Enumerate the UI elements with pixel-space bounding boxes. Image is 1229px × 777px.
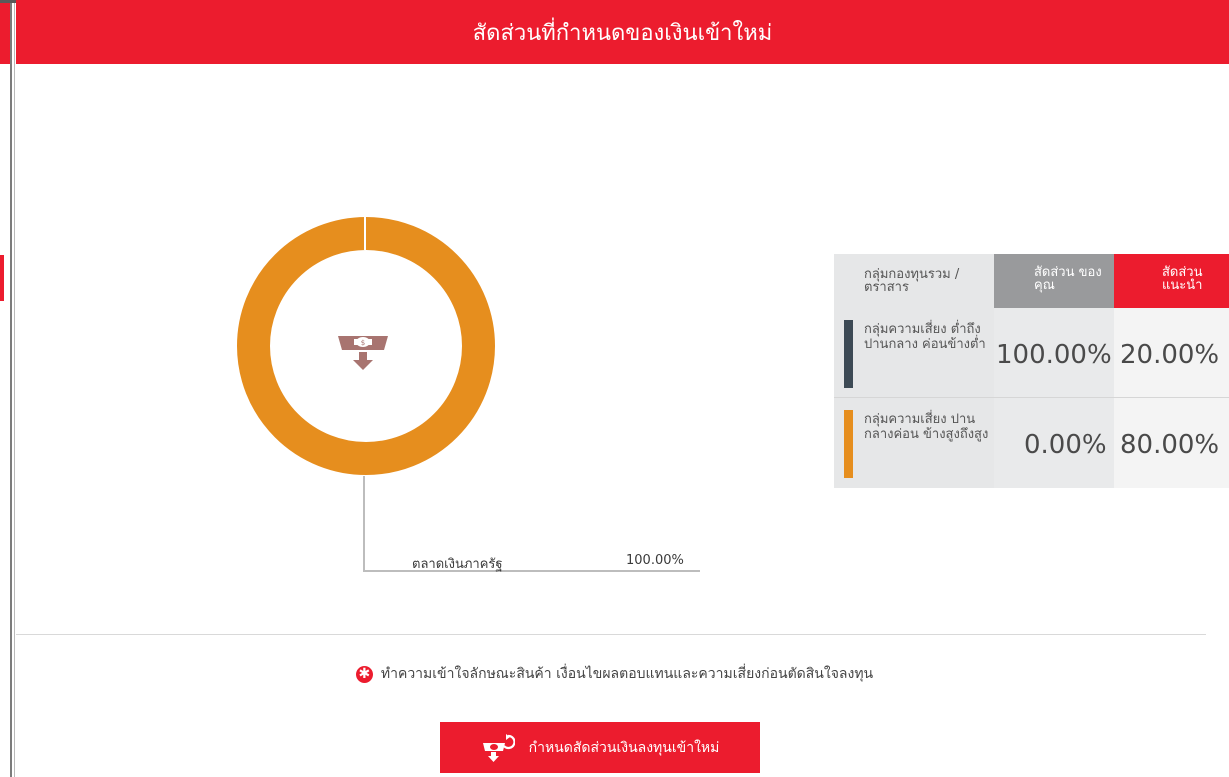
row-color-bar [844,410,853,478]
table-row: กลุ่มความเสี่ยง ปานกลางค่อน ข้างสูงถึงสู… [834,398,1229,488]
set-new-allocation-button[interactable]: กำหนดสัดส่วนเงินลงทุนเข้าใหม่ [440,722,760,773]
section-divider [16,634,1206,635]
asterisk-icon: ✱ [355,665,373,683]
header-yours: สัดส่วน ของคุณ [994,254,1114,308]
frame-border-inner [14,0,15,777]
page-title: สัดส่วนที่กำหนดของเงินเข้าใหม่ [472,20,773,46]
money-refresh-icon [482,733,515,762]
legend-leader-vertical [363,476,365,571]
row-color-bar [844,320,853,388]
page-header: สัดส่วนที่กำหนดของเงินเข้าใหม่ [16,0,1229,64]
legend-value: 100.00% [626,553,684,568]
header-group: กลุ่มกองทุนรวม / ตราสาร [834,254,994,308]
allocation-table: กลุ่มกองทุนรวม / ตราสาร สัดส่วน ของคุณ ส… [834,254,1229,488]
frame-border [10,0,12,777]
header-recommended: สัดส่วน แนะนำ [1114,254,1229,308]
row-group-label: กลุ่มความเสี่ยง ต่ำถึงปานกลาง ค่อนข้างต่… [864,322,986,352]
row-recommended-value: 20.00% [1120,340,1220,370]
disclaimer-text: ทำความเข้าใจลักษณะสินค้า เงื่อนไขผลตอบแท… [380,666,874,682]
disclaimer: ✱ ทำความเข้าใจลักษณะสินค้า เงื่อนไขผลตอบ… [0,663,1229,685]
table-row: กลุ่มความเสี่ยง ต่ำถึงปานกลาง ค่อนข้างต่… [834,308,1229,398]
legend-label: ตลาดเงินภาครัฐ [412,557,503,572]
row-recommended-value: 80.00% [1120,430,1220,460]
set-new-allocation-label: กำหนดสัดส่วนเงินลงทุนเข้าใหม่ [528,739,720,756]
svg-text:$: $ [361,339,365,347]
row-group-label: กลุ่มความเสี่ยง ปานกลางค่อน ข้างสูงถึงสู… [864,412,989,442]
left-edge-tab[interactable] [0,255,4,301]
row-yours-value: 100.00% [996,340,1112,370]
money-drawer-icon: $ [338,336,388,370]
row-yours-value: 0.00% [1024,430,1107,460]
